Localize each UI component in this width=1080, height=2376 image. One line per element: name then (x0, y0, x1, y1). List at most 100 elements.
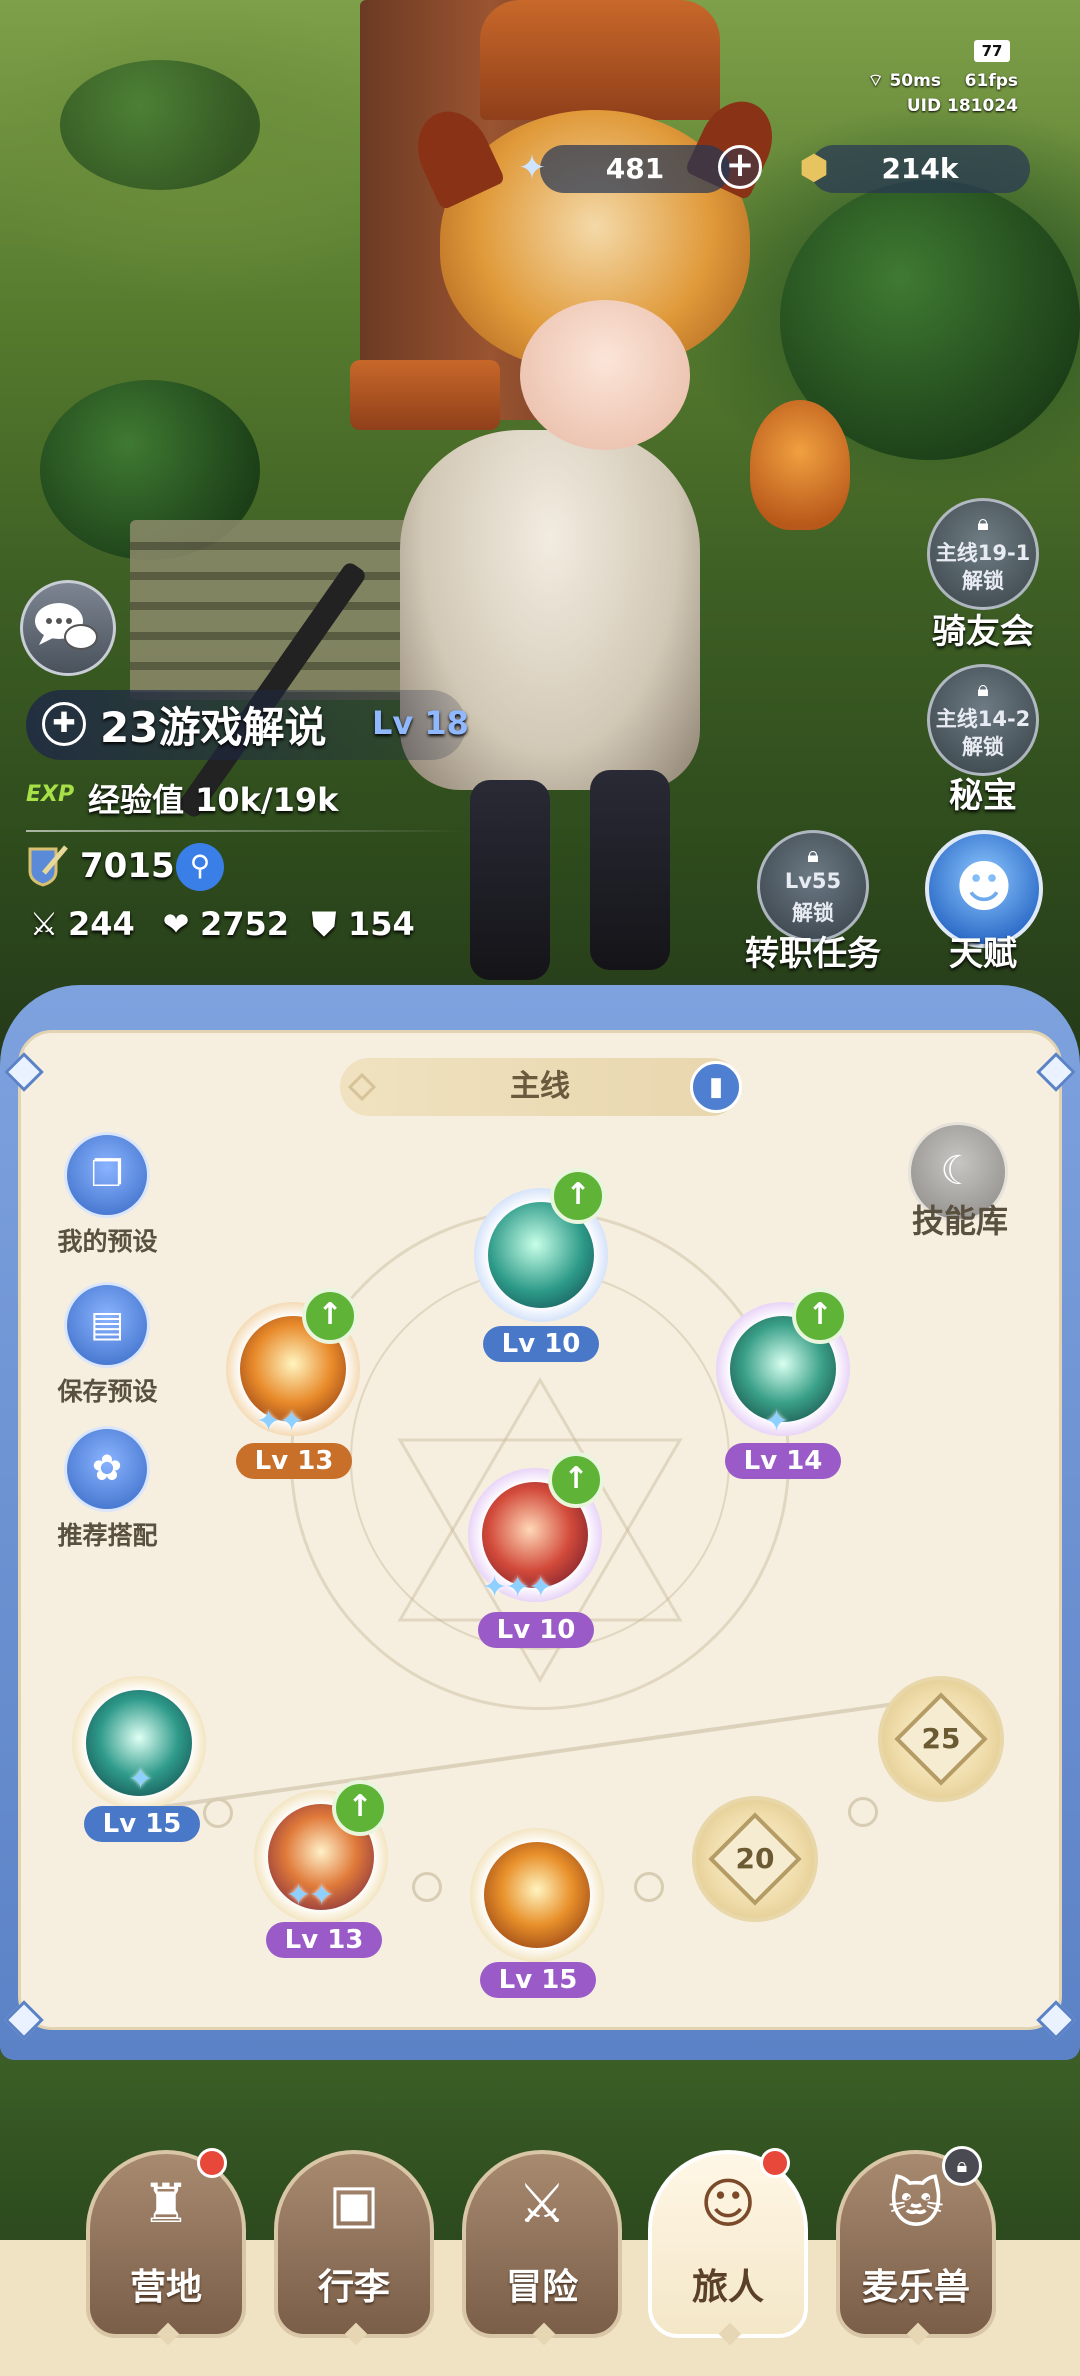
unlock-level: 20 (735, 1842, 775, 1875)
book-icon: ▮ (708, 1072, 724, 1102)
player-emblem-icon[interactable]: ✚ (42, 702, 86, 746)
uid-value: UID 181024 (906, 96, 1018, 116)
nav-tab-camp[interactable]: ♜ 营地 (86, 2150, 246, 2346)
search-icon: ⚲ (189, 849, 211, 882)
health-stat: ❤ 2752 (158, 905, 289, 943)
floppy-disk-icon: ▤ (89, 1304, 124, 1345)
skill-stars: ✦ (764, 1404, 789, 1439)
battery-indicator: 77 (974, 40, 1010, 62)
unlock-text: 解锁 (792, 901, 834, 925)
defense-stat: ⛊ 154 (306, 905, 415, 944)
unlock-slot-level-25[interactable]: 25 (878, 1676, 1004, 1802)
gold-counter: 214k (810, 145, 1030, 193)
unlock-condition: Lv55 (784, 869, 842, 893)
unlock-text: 解锁 (962, 735, 1004, 759)
moon-star-icon: ☾ (940, 1148, 976, 1194)
explosion-skill-icon (484, 1842, 590, 1948)
traveler-avatar-icon: ☺ (699, 2172, 757, 2235)
chat-button[interactable] (20, 580, 116, 676)
chat-bubbles-icon (35, 603, 98, 650)
ping-value: 50ms (889, 71, 941, 91)
attack-stat: ⚔ 244 (26, 905, 135, 943)
lock-icon: 🔒︎ (977, 677, 989, 702)
star-crystal-icon: ✦ (517, 148, 547, 188)
castle-icon: ♜ (141, 2172, 191, 2235)
upgrade-arrow-icon[interactable]: ↑ (550, 1168, 606, 1224)
character-face (520, 300, 690, 450)
skill-stars: ✦✦ (256, 1404, 304, 1439)
status-indicators: 77 ⌔ 50ms 61fps UID 181024 (848, 30, 1028, 126)
skill-slot[interactable] (470, 1828, 604, 1962)
crossed-swords-icon: ⚔ (517, 2172, 567, 2235)
nav-label: 冒险 (505, 2267, 578, 2308)
tab-main-label: 主线 (510, 1069, 570, 1104)
brain-head-icon: ☻ (954, 855, 1014, 920)
divider (26, 830, 466, 832)
defense-value: 154 (348, 905, 415, 943)
character-leg (590, 770, 670, 970)
lock-icon: 🔒︎ (977, 511, 989, 536)
flowers-icon: ✿ (91, 1448, 123, 1489)
nav-tab-traveler[interactable]: ☺ 旅人 (648, 2150, 808, 2346)
wifi-icon: ⌔ (867, 71, 884, 91)
talent-label: 天赋 (949, 934, 1017, 974)
heart-icon: ❤ (162, 905, 190, 943)
save-preset-label: 保存预设 (57, 1377, 158, 1406)
backpack-icon: ▣ (328, 2172, 380, 2235)
network-stats: ⌔ 50ms 61fps (868, 70, 1018, 91)
shield-power-icon (28, 845, 68, 887)
lock-icon: 🔒︎ (942, 2146, 982, 2186)
notification-dot (197, 2148, 227, 2178)
skill-level: Lv 14 (725, 1443, 841, 1479)
upgrade-arrow-icon[interactable]: ↑ (548, 1452, 604, 1508)
skill-level: Lv 10 (478, 1612, 594, 1648)
upgrade-arrow-icon[interactable]: ↑ (332, 1780, 388, 1836)
gem-counter: 481 (540, 145, 730, 193)
bush (60, 60, 260, 190)
rider-club-label: 骑友会 (932, 612, 1034, 652)
house-roof (350, 360, 500, 430)
skill-level: Lv 13 (266, 1922, 382, 1958)
tower-roof (480, 0, 720, 120)
attack-value: 244 (68, 905, 135, 943)
exp-tag: EXP (26, 782, 75, 807)
player-level: Lv 18 (372, 704, 469, 742)
rider-club-locked-button[interactable]: 🔒︎ 主线19-1 解锁 (927, 498, 1039, 610)
treasure-locked-button[interactable]: 🔒︎ 主线14-2 解锁 (927, 664, 1039, 776)
path-node (412, 1872, 442, 1902)
unlock-condition: 主线14-2 (935, 707, 1031, 731)
skill-level: Lv 13 (236, 1443, 352, 1479)
skill-stars: ✦ (128, 1762, 153, 1797)
save-preset-button[interactable]: ▤ (64, 1282, 150, 1368)
recommended-build-button[interactable]: ✿ (64, 1426, 150, 1512)
nav-tab-adventure[interactable]: ⚔ 冒险 (462, 2150, 622, 2346)
my-preset-button[interactable]: ❐ (64, 1132, 150, 1218)
notification-dot (760, 2148, 790, 2178)
lock-icon: 🔒︎ (807, 843, 819, 868)
upgrade-arrow-icon[interactable]: ↑ (302, 1288, 358, 1344)
shield-icon: ⛊ (311, 905, 336, 943)
crossed-swords-icon: ⚔ (29, 905, 59, 943)
nav-tab-luggage[interactable]: ▣ 行李 (274, 2150, 434, 2346)
nav-label: 行李 (317, 2267, 390, 2308)
combat-power-value: 7015 (80, 846, 175, 886)
unlock-level: 25 (921, 1722, 961, 1755)
unlock-text: 解锁 (962, 569, 1004, 593)
skill-book-button[interactable]: ▮ (690, 1061, 742, 1113)
skill-stars: ✦✦✦ (482, 1570, 553, 1605)
skill-level: Lv 15 (84, 1806, 200, 1842)
health-value: 2752 (200, 905, 290, 943)
skill-level: Lv 15 (480, 1962, 596, 1998)
my-preset-label: 我的预设 (57, 1227, 158, 1256)
add-gems-button[interactable]: + (718, 145, 762, 189)
companion-pet (750, 400, 850, 530)
job-change-label: 转职任务 (745, 934, 881, 974)
unlock-condition: 主线19-1 (935, 541, 1031, 565)
unlock-slot-level-20[interactable]: 20 (692, 1796, 818, 1922)
path-node (203, 1798, 233, 1828)
upgrade-arrow-icon[interactable]: ↑ (792, 1288, 848, 1344)
player-name: 23游戏解说 (100, 703, 327, 752)
fps-value: 61fps (964, 71, 1018, 91)
skill-library-label: 技能库 (911, 1202, 1008, 1240)
power-detail-button[interactable]: ⚲ (176, 843, 224, 891)
